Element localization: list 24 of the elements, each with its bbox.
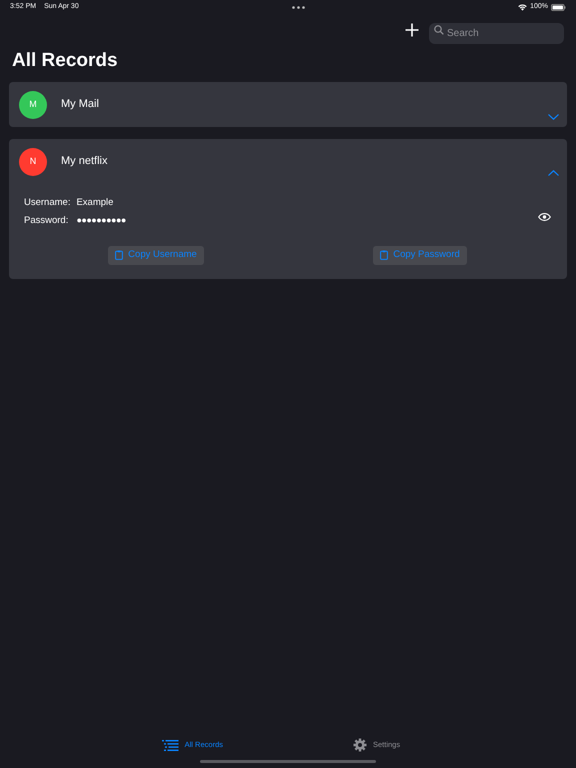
password-value: ●●●●●●●●●● [76,214,126,228]
wifi-icon [518,4,528,10]
search-icon [434,24,444,34]
field-label: Password: [24,214,70,228]
list-icon [162,740,179,750]
avatar-initial: M [19,90,47,118]
record-name: My Mail [61,97,99,112]
clipboard-icon [115,250,124,260]
username-value: Example [76,196,114,210]
clipboard-icon [380,250,388,260]
settings-icon [353,738,367,752]
field-label: Username: [24,196,70,210]
page-title: All Records [11,49,119,73]
record-card[interactable]: N My netflix Username: Example Password: ●●●●●●●●●● Copy Username Copy Password [9,139,567,278]
chevron-down-icon[interactable] [548,114,559,120]
record-card[interactable]: M My Mail [9,82,567,127]
search-field[interactable]: Search [429,22,564,44]
record-name: My netflix [61,154,108,170]
eye-icon[interactable] [538,213,551,222]
chevron-up-icon[interactable] [548,170,559,176]
more-icon [292,6,305,8]
battery-icon [551,4,566,10]
add-button[interactable] [403,21,421,39]
avatar-initial: N [19,148,47,176]
